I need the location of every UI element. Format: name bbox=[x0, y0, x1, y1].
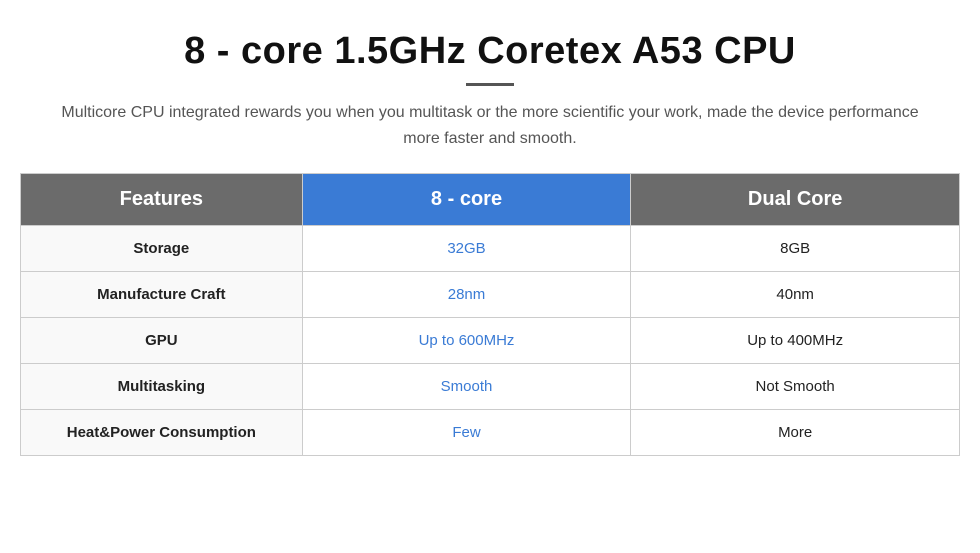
cell-dual-value: 8GB bbox=[631, 226, 960, 272]
table-row: MultitaskingSmoothNot Smooth bbox=[21, 364, 960, 410]
cell-dual-value: 40nm bbox=[631, 272, 960, 318]
table-header-row: Features 8 - core Dual Core bbox=[21, 174, 960, 226]
cell-8core-value: Few bbox=[302, 410, 631, 456]
table-row: GPUUp to 600MHzUp to 400MHz bbox=[21, 318, 960, 364]
column-header-features: Features bbox=[21, 174, 303, 226]
cell-feature: Manufacture Craft bbox=[21, 272, 303, 318]
column-header-dualcore: Dual Core bbox=[631, 174, 960, 226]
page-subtitle: Multicore CPU integrated rewards you whe… bbox=[60, 100, 920, 151]
page-title: 8 - core 1.5GHz Coretex A53 CPU bbox=[184, 30, 796, 73]
cell-feature: Heat&Power Consumption bbox=[21, 410, 303, 456]
cell-feature: Multitasking bbox=[21, 364, 303, 410]
cell-8core-value: Up to 600MHz bbox=[302, 318, 631, 364]
cell-8core-value: 32GB bbox=[302, 226, 631, 272]
cell-8core-value: 28nm bbox=[302, 272, 631, 318]
column-header-8core: 8 - core bbox=[302, 174, 631, 226]
cell-dual-value: More bbox=[631, 410, 960, 456]
cell-feature: Storage bbox=[21, 226, 303, 272]
comparison-table: Features 8 - core Dual Core Storage32GB8… bbox=[20, 173, 960, 456]
table-row: Storage32GB8GB bbox=[21, 226, 960, 272]
cell-feature: GPU bbox=[21, 318, 303, 364]
table-row: Manufacture Craft28nm40nm bbox=[21, 272, 960, 318]
cell-8core-value: Smooth bbox=[302, 364, 631, 410]
cell-dual-value: Up to 400MHz bbox=[631, 318, 960, 364]
title-divider bbox=[466, 83, 514, 86]
cell-dual-value: Not Smooth bbox=[631, 364, 960, 410]
table-row: Heat&Power ConsumptionFewMore bbox=[21, 410, 960, 456]
